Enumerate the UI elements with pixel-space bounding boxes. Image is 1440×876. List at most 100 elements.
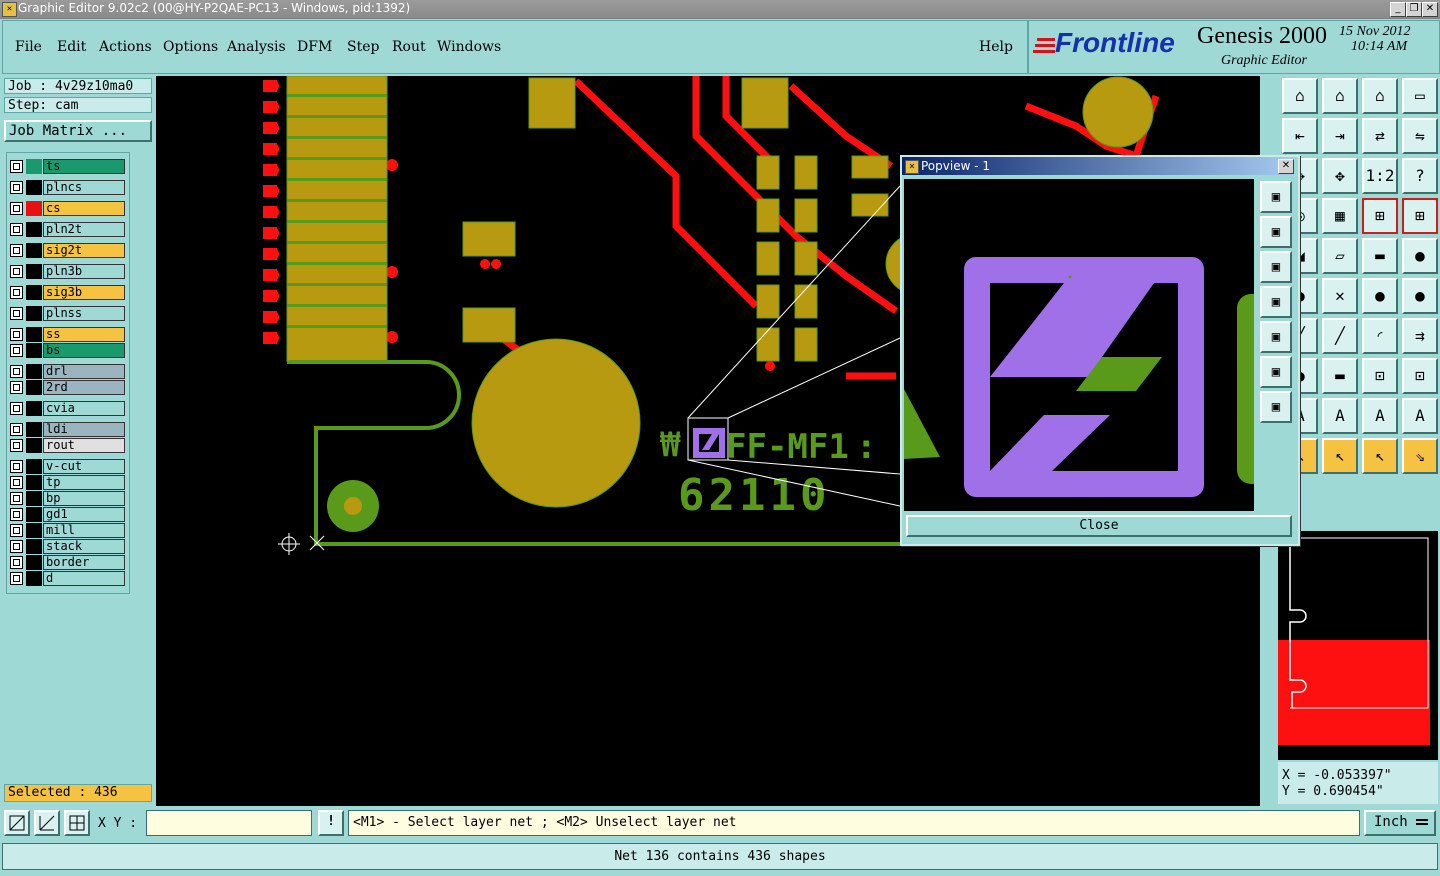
home-icon[interactable]: ⌂	[1282, 78, 1318, 114]
route-icon[interactable]: ●	[1362, 278, 1398, 314]
layer-color-swatch[interactable]	[26, 180, 42, 195]
view-right-icon[interactable]: ▣	[1260, 321, 1292, 353]
layer-name[interactable]: 2rd	[43, 380, 125, 395]
menu-analysis[interactable]: Analysis	[227, 39, 286, 55]
layer-row-rout[interactable]: rout	[9, 438, 127, 453]
layer-checkbox[interactable]	[10, 540, 23, 553]
grid-icon[interactable]: ▦	[1322, 198, 1358, 234]
xy-input[interactable]	[146, 810, 312, 836]
layer-color-swatch[interactable]	[26, 422, 42, 437]
job-matrix-button[interactable]: Job Matrix ...	[4, 120, 152, 142]
layer-checkbox[interactable]	[10, 223, 23, 236]
text4-icon[interactable]: A	[1402, 398, 1438, 434]
layer-checkbox[interactable]	[10, 202, 23, 215]
layer-row-2rd[interactable]: 2rd	[9, 380, 127, 395]
layer-color-swatch[interactable]	[26, 285, 42, 300]
layer-name[interactable]: ss	[43, 327, 125, 342]
menu-windows[interactable]: Windows	[437, 39, 501, 55]
layer-row-gd1[interactable]: gd1	[9, 507, 127, 522]
layer-color-swatch[interactable]	[26, 523, 42, 538]
layer-color-swatch[interactable]	[26, 159, 42, 174]
layer-row-bs[interactable]: bs	[9, 343, 127, 358]
layer-checkbox[interactable]	[10, 244, 23, 257]
popview-close-button[interactable]: Close	[906, 515, 1292, 537]
layer-row-ldi[interactable]: ldi	[9, 422, 127, 437]
menu-rout[interactable]: Rout	[392, 39, 426, 55]
layer-row-cvia[interactable]: cvia	[9, 401, 127, 416]
menu-help[interactable]: Help	[979, 39, 1013, 55]
layer-name[interactable]: v-cut	[43, 459, 125, 474]
layer-name[interactable]: pln2t	[43, 222, 125, 237]
select2-icon[interactable]: ↖	[1322, 438, 1358, 474]
layer-color-swatch[interactable]	[26, 475, 42, 490]
layer-name[interactable]: d	[43, 571, 125, 586]
view-screen-icon[interactable]: ▣	[1260, 251, 1292, 283]
bus-icon[interactable]: ⇉	[1402, 318, 1438, 354]
measure-icon[interactable]: ⊡	[1362, 358, 1398, 394]
layer-color-swatch[interactable]	[26, 459, 42, 474]
layer-name[interactable]: rout	[43, 438, 125, 453]
exclaim-icon[interactable]: !	[318, 810, 344, 836]
layer-name[interactable]: sig3b	[43, 285, 125, 300]
layer-color-swatch[interactable]	[26, 364, 42, 379]
layer-checkbox[interactable]	[10, 492, 23, 505]
layer-row-bp[interactable]: bp	[9, 491, 127, 506]
layer-color-swatch[interactable]	[26, 264, 42, 279]
layer-row-sig3b[interactable]: sig3b	[9, 285, 127, 300]
layer-row-plncs[interactable]: plncs	[9, 180, 127, 195]
layer-row-sig2t[interactable]: sig2t	[9, 243, 127, 258]
zoom-right-icon[interactable]: ⇥	[1322, 118, 1358, 154]
layer-color-swatch[interactable]	[26, 306, 42, 321]
layer-name[interactable]: pln3b	[43, 264, 125, 279]
menu-dfm[interactable]: DFM	[297, 39, 332, 55]
layer-row-mill[interactable]: mill	[9, 523, 127, 538]
layer-row-drl[interactable]: drl	[9, 364, 127, 379]
poly-icon[interactable]: ▱	[1322, 238, 1358, 274]
layer-color-swatch[interactable]	[26, 507, 42, 522]
layer-checkbox[interactable]	[10, 181, 23, 194]
text3-icon[interactable]: A	[1362, 398, 1398, 434]
layer-name[interactable]: mill	[43, 523, 125, 538]
layer-checkbox[interactable]	[10, 365, 23, 378]
bar-icon[interactable]: ▬	[1322, 358, 1358, 394]
select3-icon[interactable]: ↖	[1362, 438, 1398, 474]
layer-checkbox[interactable]	[10, 476, 23, 489]
layer-name[interactable]: gd1	[43, 507, 125, 522]
line2-icon[interactable]: ╱	[1322, 318, 1358, 354]
help-icon[interactable]: ?	[1402, 158, 1438, 194]
layer-row-v-cut[interactable]: v-cut	[9, 459, 127, 474]
menu-file[interactable]: File	[15, 39, 42, 55]
layer-name[interactable]: bs	[43, 343, 125, 358]
swap-icon[interactable]: ⇄	[1362, 118, 1398, 154]
route2-icon[interactable]: ●	[1402, 278, 1438, 314]
snap-icon[interactable]	[4, 810, 30, 836]
layer-color-swatch[interactable]	[26, 343, 42, 358]
minimap[interactable]	[1278, 530, 1438, 760]
layer-color-swatch[interactable]	[26, 491, 42, 506]
layer-name[interactable]: ldi	[43, 422, 125, 437]
layer-row-stack[interactable]: stack	[9, 539, 127, 554]
popview-canvas[interactable]	[904, 179, 1267, 511]
layer-row-pln3b[interactable]: pln3b	[9, 264, 127, 279]
layer-row-tp[interactable]: tp	[9, 475, 127, 490]
ruler-icon[interactable]: ▬	[1362, 238, 1398, 274]
zoom-left-icon[interactable]: ⇤	[1282, 118, 1318, 154]
menu-actions[interactable]: Actions	[99, 39, 152, 55]
layer-checkbox[interactable]	[10, 572, 23, 585]
layer-name[interactable]: cs	[43, 201, 125, 216]
layer-checkbox[interactable]	[10, 402, 23, 415]
layer-checkbox[interactable]	[10, 556, 23, 569]
layer-name[interactable]: border	[43, 555, 125, 570]
layer-checkbox[interactable]	[10, 460, 23, 473]
close-window-button[interactable]: ✕	[1422, 2, 1438, 17]
layer-name[interactable]: sig2t	[43, 243, 125, 258]
view-center-icon[interactable]: ▣	[1260, 391, 1292, 423]
angle-icon[interactable]	[34, 810, 60, 836]
minimize-button[interactable]: _	[1390, 2, 1406, 17]
layer-color-swatch[interactable]	[26, 438, 42, 453]
view-left-icon[interactable]: ▣	[1260, 286, 1292, 318]
layer-color-swatch[interactable]	[26, 539, 42, 554]
scale-icon[interactable]: 1:2	[1362, 158, 1398, 194]
dot-icon[interactable]: ●	[1402, 238, 1438, 274]
maximize-button[interactable]: ❐	[1406, 2, 1422, 17]
